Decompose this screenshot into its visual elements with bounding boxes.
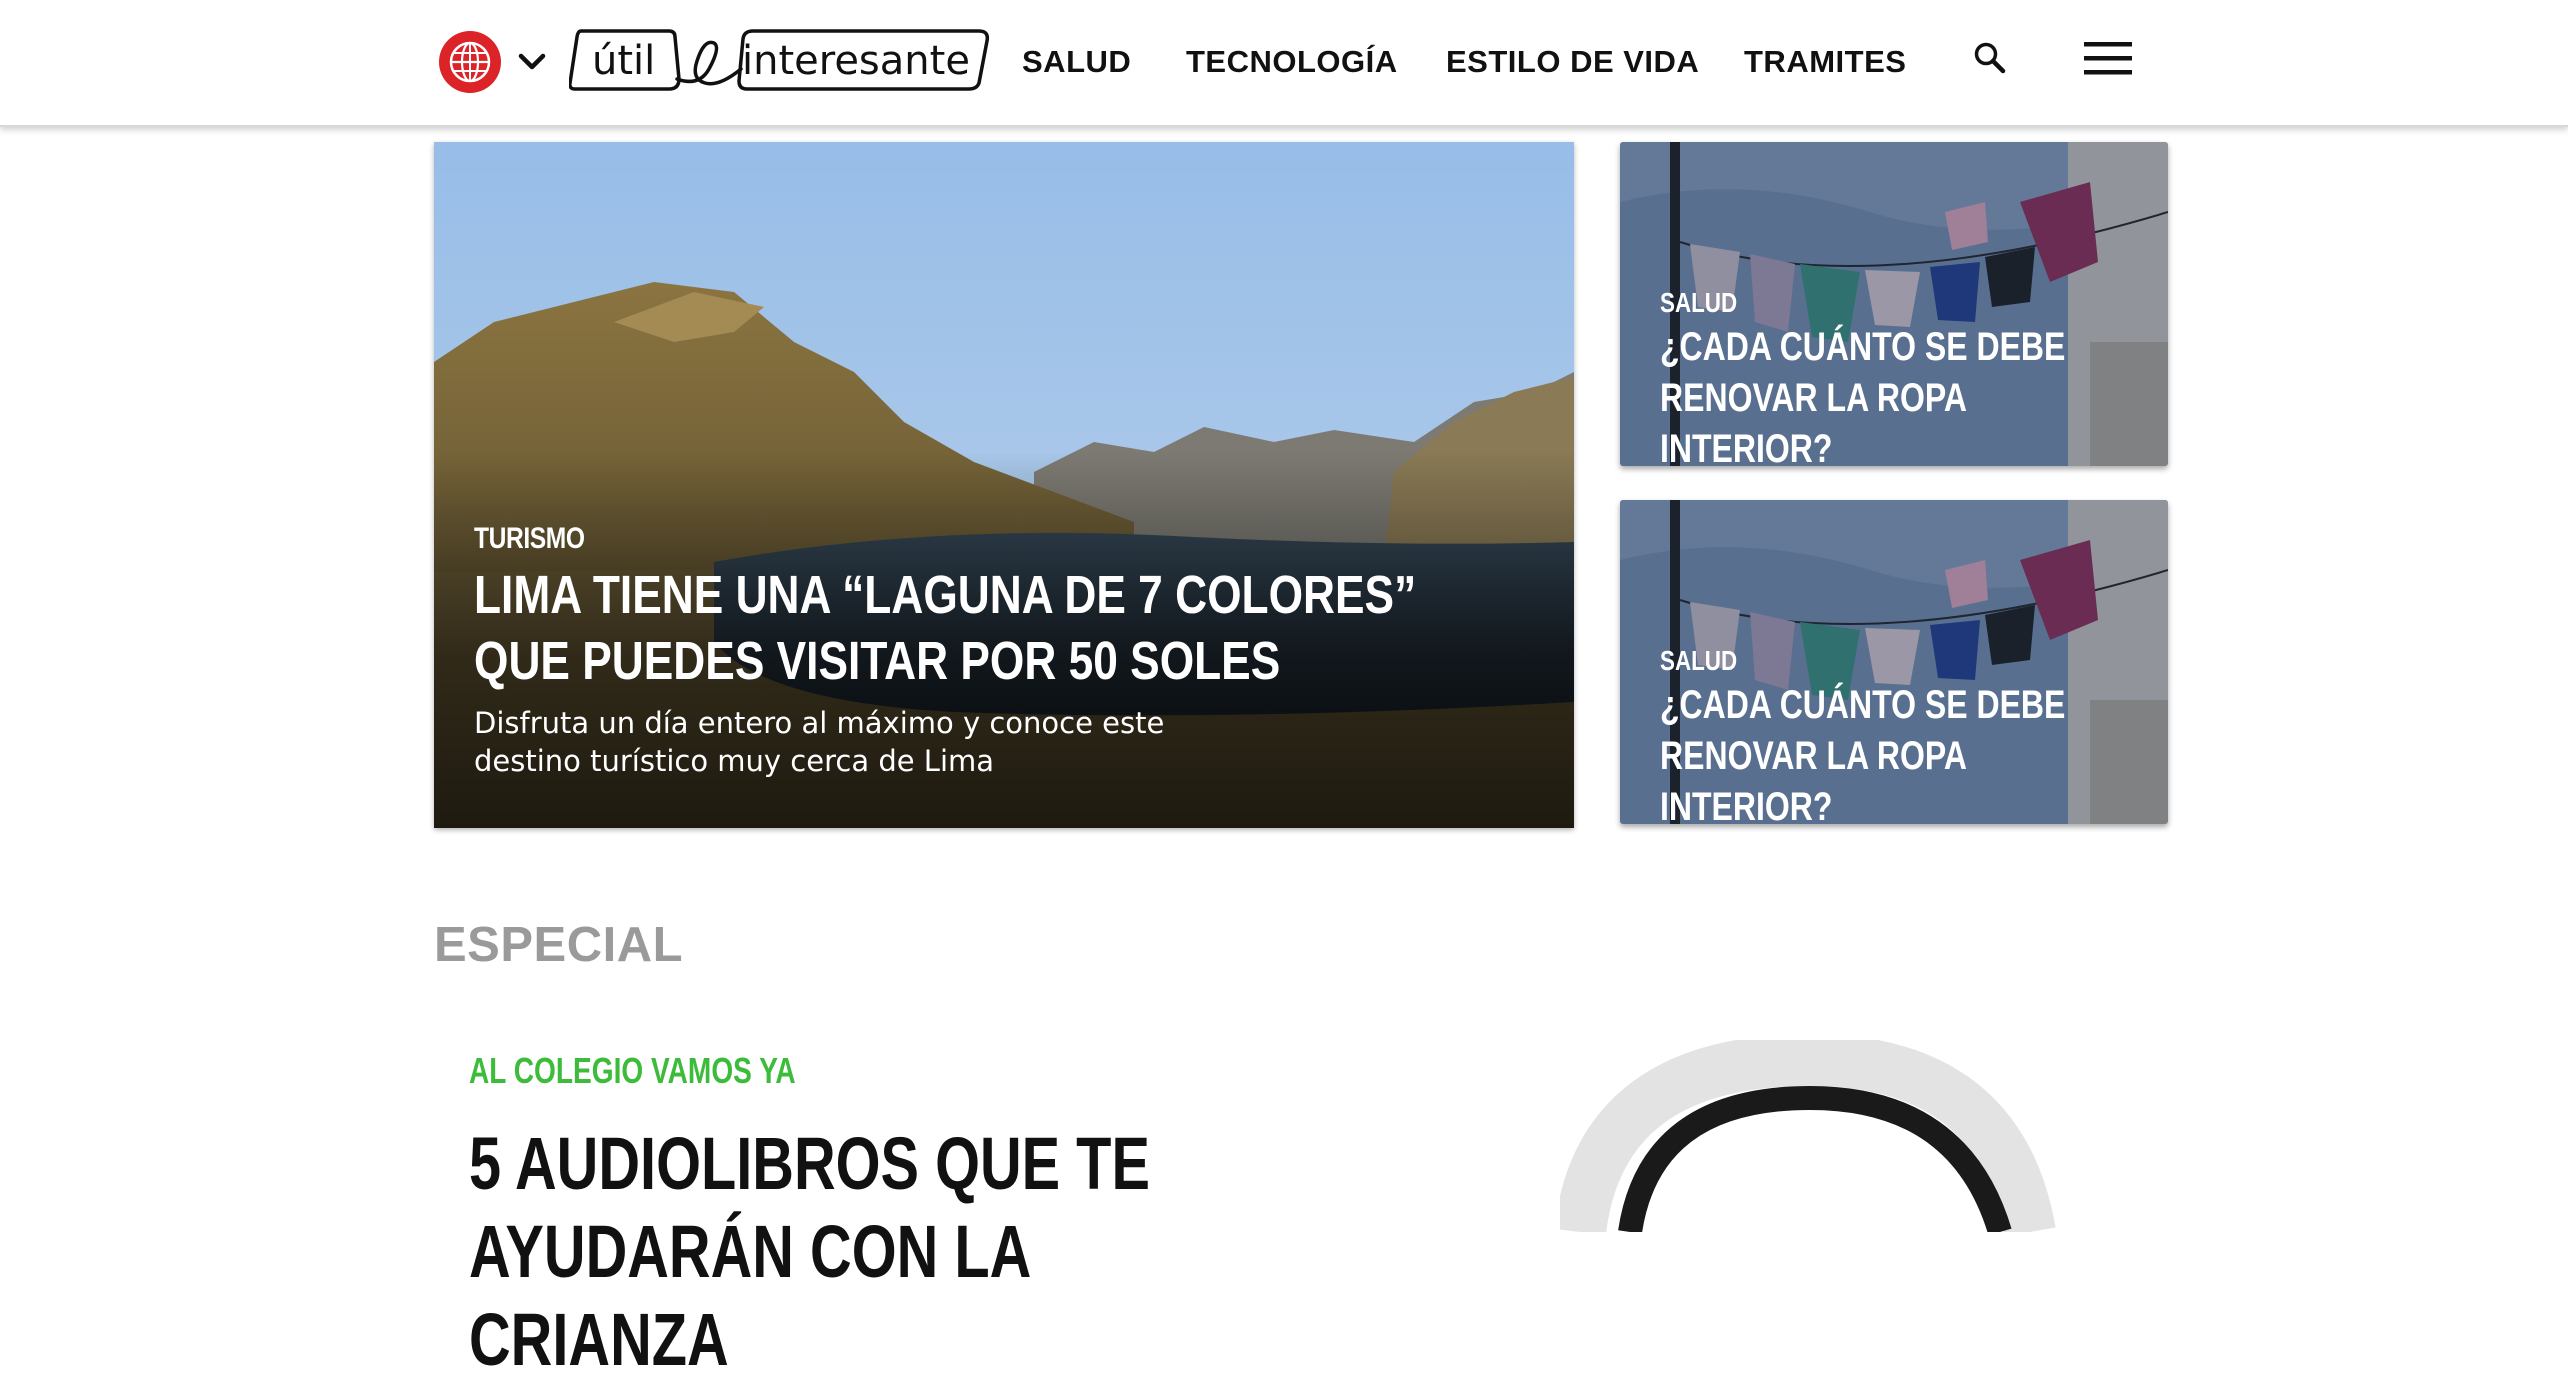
side-article-card[interactable]: SALUD ¿CADA CUÁNTO SE DEBE RENOVAR LA RO… (1620, 142, 2168, 466)
card-category[interactable]: SALUD (1660, 645, 1737, 677)
hero-description: Disfruta un día entero al máximo y conoc… (474, 706, 1165, 778)
card-title[interactable]: ¿CADA CUÁNTO SE DEBE RENOVAR LA ROPA INT… (1660, 322, 2140, 466)
side-article-card[interactable]: SALUD ¿CADA CUÁNTO SE DEBE RENOVAR LA RO… (1620, 500, 2168, 824)
globe-icon[interactable] (439, 31, 501, 93)
card-title[interactable]: ¿CADA CUÁNTO SE DEBE RENOVAR LA ROPA INT… (1660, 680, 2140, 824)
hero-article[interactable]: TURISMO LIMA TIENE UNA “LAGUNA DE 7 COLO… (434, 142, 1574, 828)
nav-item-estilo-de-vida[interactable]: ESTILO DE VIDA (1446, 38, 1699, 86)
search-icon[interactable] (1972, 40, 2008, 76)
headphones-image (1560, 1040, 2056, 1232)
nav-item-tramites[interactable]: TRAMITES (1744, 38, 1906, 86)
nav-item-tecnologia[interactable]: TECNOLOGÍA (1186, 38, 1398, 86)
site-header: útil interesante SALUD TECNOLOGÍA ESTILO… (0, 0, 2568, 127)
card-category[interactable]: SALUD (1660, 287, 1737, 319)
especial-title[interactable]: 5 AUDIOLIBROS QUE TE AYUDARÁN CON LA CRI… (469, 1120, 1249, 1384)
chevron-down-icon[interactable] (517, 47, 547, 77)
hero-category[interactable]: TURISMO (474, 522, 585, 556)
nav-item-salud[interactable]: SALUD (1022, 38, 1131, 86)
hamburger-menu-icon[interactable] (2084, 42, 2132, 76)
logo-text-util: útil (592, 38, 656, 84)
logo-text-interesante: interesante (742, 38, 970, 84)
hero-title[interactable]: LIMA TIENE UNA “LAGUNA DE 7 COLORES” QUE… (474, 562, 1524, 694)
especial-category[interactable]: AL COLEGIO VAMOS YA (469, 1050, 796, 1092)
section-title-especial: ESPECIAL (434, 918, 684, 972)
